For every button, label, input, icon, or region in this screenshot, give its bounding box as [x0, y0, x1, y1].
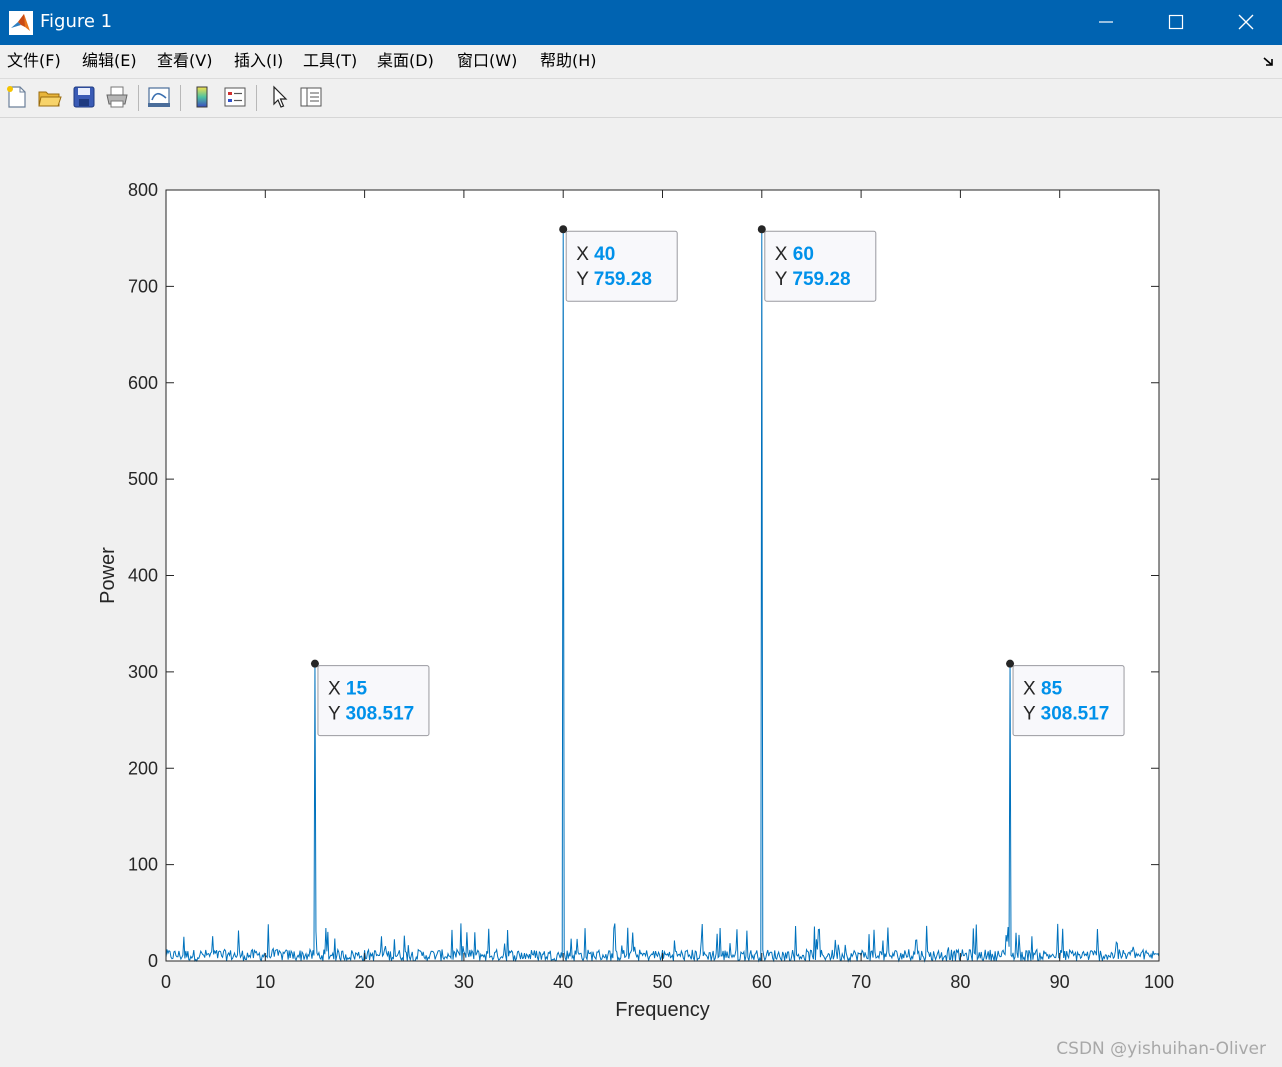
datatip-x: X 60: [775, 244, 814, 265]
datatip-y: Y 308.517: [328, 704, 414, 725]
menu-help[interactable]: 帮助(H): [540, 51, 597, 71]
x-tick-label: 80: [950, 972, 970, 992]
close-icon: [1238, 14, 1254, 30]
y-tick-label: 600: [128, 373, 158, 393]
menu-edit[interactable]: 编辑(E): [82, 51, 137, 71]
y-tick-label: 200: [128, 758, 158, 778]
y-tick-label: 400: [128, 566, 158, 586]
x-tick-label: 20: [355, 972, 375, 992]
datatip-x: X 85: [1023, 679, 1063, 700]
property-inspector-icon[interactable]: [298, 84, 324, 110]
x-tick-label: 0: [161, 972, 171, 992]
datatip-box[interactable]: [317, 665, 430, 737]
edit-plot-icon[interactable]: [265, 84, 291, 110]
watermark: CSDN @yishuihan-Oliver: [1056, 1039, 1266, 1059]
x-axis-label: Frequency: [615, 999, 710, 1021]
open-file-icon[interactable]: [37, 84, 63, 110]
save-icon[interactable]: [71, 84, 97, 110]
datatip-box[interactable]: [565, 230, 678, 302]
menu-insert[interactable]: 插入(I): [234, 51, 283, 71]
new-figure-icon[interactable]: [4, 84, 30, 110]
x-tick-label: 50: [652, 972, 672, 992]
x-tick-label: 10: [255, 972, 275, 992]
x-tick-label: 30: [454, 972, 474, 992]
insert-legend-icon[interactable]: [222, 84, 248, 110]
plot-axes[interactable]: 0 10 20 30 40 50 60 70 80 90 100 0 100 200 300 400 500 60…: [0, 118, 1282, 1067]
datatip-box[interactable]: [1012, 665, 1125, 737]
close-button[interactable]: [1211, 0, 1281, 45]
minimize-button[interactable]: [1071, 0, 1141, 45]
x-tick-label: 100: [1144, 972, 1174, 992]
menu-bar: 文件(F) 编辑(E) 查看(V) 插入(I) 工具(T) 桌面(D) 窗口(W…: [0, 45, 1282, 79]
datatip-y: Y 759.28: [576, 269, 652, 290]
x-tick-label: 60: [752, 972, 772, 992]
datatip-box[interactable]: [764, 230, 877, 302]
toolbar: [0, 79, 1282, 118]
y-tick-label: 300: [128, 662, 158, 682]
dock-arrow-icon[interactable]: [1262, 54, 1276, 68]
plot-background: [166, 190, 1159, 961]
x-tick-label: 70: [851, 972, 871, 992]
y-tick-label: 100: [128, 855, 158, 875]
matlab-logo-icon: [9, 11, 33, 35]
insert-colorbar-icon[interactable]: [189, 84, 215, 110]
toolbar-separator: [180, 85, 181, 111]
datatip-y: Y 759.28: [775, 269, 851, 290]
menu-file[interactable]: 文件(F): [7, 51, 61, 71]
maximize-icon: [1168, 14, 1184, 30]
y-tick-label: 700: [128, 276, 158, 296]
menu-window[interactable]: 窗口(W): [457, 51, 517, 71]
x-tick-label: 40: [553, 972, 573, 992]
toolbar-separator: [256, 85, 257, 111]
datatip-x: X 15: [328, 679, 368, 700]
y-tick-label: 0: [148, 951, 158, 971]
y-axis-label: Power: [97, 547, 119, 604]
maximize-button[interactable]: [1141, 0, 1211, 45]
datatip-x: X 40: [576, 244, 615, 265]
menu-tools[interactable]: 工具(T): [303, 51, 357, 71]
print-icon[interactable]: [104, 84, 130, 110]
menu-desktop[interactable]: 桌面(D): [377, 51, 434, 71]
figure-canvas: 0 10 20 30 40 50 60 70 80 90 100 0 100 200 300 400 500 60…: [0, 118, 1282, 1067]
menu-view[interactable]: 查看(V): [157, 51, 212, 71]
toolbar-separator: [138, 85, 139, 111]
link-plot-icon[interactable]: [146, 84, 172, 110]
window-title: Figure 1: [40, 11, 113, 32]
y-tick-label: 800: [128, 180, 158, 200]
y-tick-label: 500: [128, 469, 158, 489]
x-tick-label: 90: [1050, 972, 1070, 992]
minimize-icon: [1099, 21, 1113, 23]
title-bar: Figure 1: [0, 0, 1282, 45]
datatip-y: Y 308.517: [1023, 704, 1109, 725]
